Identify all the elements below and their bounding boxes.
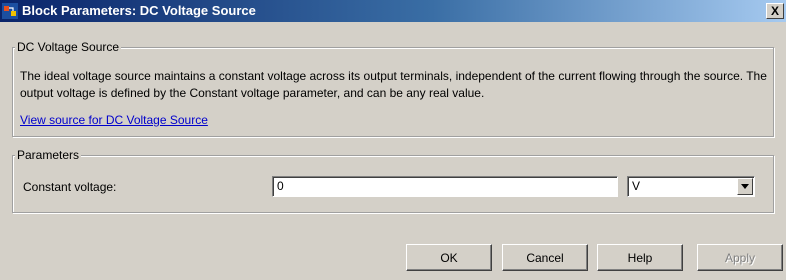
close-button[interactable]: X bbox=[766, 3, 784, 19]
help-button[interactable]: Help bbox=[597, 244, 683, 271]
ok-button[interactable]: OK bbox=[406, 244, 492, 271]
window-title: Block Parameters: DC Voltage Source bbox=[22, 3, 256, 18]
unit-select-value: V bbox=[632, 179, 641, 193]
dialog-window: Block Parameters: DC Voltage Source X DC… bbox=[0, 0, 788, 280]
parameters-group: Parameters Constant voltage: 0 V bbox=[12, 148, 774, 213]
description-group-legend: DC Voltage Source bbox=[15, 40, 122, 54]
title-bar[interactable]: Block Parameters: DC Voltage Source X bbox=[0, 0, 786, 22]
view-source-link[interactable]: View source for DC Voltage Source bbox=[20, 113, 208, 127]
constant-voltage-input[interactable]: 0 bbox=[272, 176, 618, 197]
unit-select[interactable]: V bbox=[627, 176, 755, 197]
cancel-button[interactable]: Cancel bbox=[502, 244, 588, 271]
chevron-down-icon[interactable] bbox=[737, 178, 753, 195]
block-description: The ideal voltage source maintains a con… bbox=[20, 69, 767, 100]
apply-button[interactable]: Apply bbox=[697, 244, 783, 271]
description-group: DC Voltage Source The ideal voltage sour… bbox=[12, 40, 774, 137]
simulink-block-icon bbox=[2, 3, 18, 19]
parameters-group-legend: Parameters bbox=[15, 148, 82, 162]
constant-voltage-label: Constant voltage: bbox=[23, 180, 117, 194]
